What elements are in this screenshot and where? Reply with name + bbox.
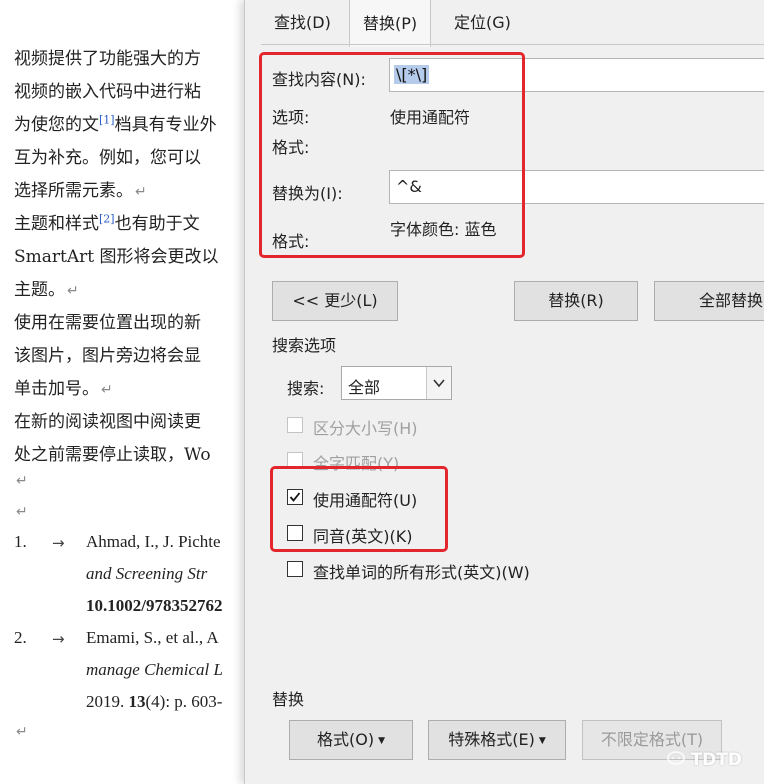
options-value: 使用通配符 (390, 108, 471, 127)
special-button[interactable]: 特殊格式(E) ▼ (428, 720, 566, 760)
reference-text: 10.1002/978352762 (86, 596, 223, 615)
reference-text: Ahmad, I., J. Pichte (86, 532, 221, 551)
find-what-input[interactable]: \[*\] (389, 58, 764, 92)
match-case-checkbox[interactable] (287, 417, 303, 433)
search-direction-value: 全部 (348, 378, 381, 397)
doc-line-text: 使用在需要位置出现的新 (14, 313, 201, 333)
search-direction-label: 搜索: (287, 379, 325, 398)
watermark: TDTD (666, 750, 742, 770)
footnote-ref[interactable]: [1] (99, 113, 115, 126)
doc-line: 为使您的文[1]档具有专业外 (14, 110, 217, 135)
paragraph-mark: ↵ (135, 184, 147, 200)
doc-line: 单击加号。 ↵ (14, 374, 113, 399)
chat-bubble-icon (666, 751, 685, 765)
doc-line: 处之前需要停止读取，Wo (14, 440, 211, 465)
whole-word-checkbox[interactable] (287, 452, 303, 468)
sounds-like-checkbox[interactable] (287, 525, 303, 541)
paragraph-mark: ↵ (67, 283, 79, 299)
tab-arrow: → (52, 534, 65, 552)
doc-line-text: 处之前需要停止读取，Wo (14, 445, 211, 465)
doc-line: 视频的嵌入代码中进行粘 (14, 77, 201, 102)
find-what-label: 查找内容(N): (272, 70, 366, 89)
replace-with-input[interactable]: ^& (389, 170, 764, 204)
tab-find[interactable]: 查找(D) (261, 0, 344, 44)
reference-text: 13 (128, 692, 146, 711)
replace-button[interactable]: 替换(R) (514, 281, 638, 321)
reference-text: (4): p. 603- (145, 692, 223, 711)
doc-line: 在新的阅读视图中阅读更 (14, 407, 201, 432)
dropdown-button[interactable] (426, 367, 451, 399)
search-direction-select[interactable]: 全部 (341, 366, 452, 400)
paragraph-mark: ↵ (16, 504, 28, 520)
footnote-ref[interactable]: [2] (99, 212, 115, 225)
doc-line: 视频提供了功能强大的方 (14, 44, 201, 69)
reference-text: Emami, S., et al., A (86, 628, 219, 647)
replace-format-value: 字体颜色: 蓝色 (390, 220, 497, 239)
options-label: 选项: (272, 108, 310, 127)
doc-line: 主题。 ↵ (14, 275, 79, 300)
special-button-label: 特殊格式(E) (448, 730, 535, 749)
less-button[interactable]: << 更少(L) (272, 281, 398, 321)
checkmark-icon (289, 492, 301, 502)
find-what-value: \[*\] (394, 65, 430, 84)
doc-line-text: 档具有专业外 (114, 115, 217, 135)
sounds-like-label: 同音(英文)(K) (313, 527, 413, 546)
doc-line: 使用在需要位置出现的新 (14, 308, 201, 333)
caret-down-icon: ▼ (378, 736, 385, 746)
reference-text: manage Chemical L (86, 660, 223, 679)
paragraph-mark: ↵ (16, 724, 28, 740)
match-case-label: 区分大小写(H) (313, 419, 418, 438)
doc-line-text: 视频的嵌入代码中进行粘 (14, 82, 201, 102)
replace-section-title: 替换 (272, 690, 305, 709)
paragraph-mark: ↵ (16, 473, 28, 489)
use-wildcards-checkbox[interactable] (287, 489, 303, 505)
search-options-title: 搜索选项 (272, 336, 337, 355)
tab-divider (261, 44, 764, 45)
reference-number: 2. (14, 628, 27, 647)
doc-line: 该图片，图片旁边将会显 (14, 341, 201, 366)
find-format-label: 格式: (272, 138, 310, 157)
doc-line-text: SmartArt 图形将会更改以 (14, 247, 219, 267)
chevron-down-icon (433, 379, 445, 388)
doc-line: 主题和样式[2]也有助于文 (14, 209, 200, 234)
doc-line-text: 该图片，图片旁边将会显 (14, 346, 201, 366)
all-word-forms-checkbox[interactable] (287, 561, 303, 577)
replace-format-label: 格式: (272, 232, 310, 251)
doc-line-text: 单击加号。 (14, 379, 99, 399)
reference-text: 2019. (86, 692, 129, 711)
doc-line-text: 为使您的文 (14, 115, 99, 135)
format-button[interactable]: 格式(O) ▼ (289, 720, 413, 760)
caret-down-icon: ▼ (538, 736, 546, 746)
doc-line-text: 也有助于文 (114, 214, 200, 234)
document-page: 视频提供了功能强大的方 视频的嵌入代码中进行粘 为使您的文[1]档具有专业外 互… (0, 0, 260, 784)
reference-number: 1. (14, 532, 27, 551)
doc-line: SmartArt 图形将会更改以 (14, 242, 219, 267)
doc-line-text: 视频提供了功能强大的方 (14, 49, 201, 69)
whole-word-label: 全字匹配(Y) (313, 454, 400, 473)
all-word-forms-label: 查找单词的所有形式(英文)(W) (313, 563, 530, 582)
find-replace-dialog: 查找(D) 替换(P) 定位(G) 查找内容(N): \[*\] 选项: 使用通… (244, 0, 764, 784)
replace-with-value: ^& (396, 177, 422, 196)
paragraph-mark: ↵ (101, 382, 113, 398)
tab-goto[interactable]: 定位(G) (441, 0, 524, 44)
tab-replace[interactable]: 替换(P) (349, 0, 432, 47)
doc-line: 选择所需元素。 ↵ (14, 176, 147, 201)
watermark-text: TDTD (690, 750, 742, 770)
doc-line-text: 在新的阅读视图中阅读更 (14, 412, 201, 432)
reference-text: and Screening Str (86, 564, 208, 583)
doc-line: 互为补充。例如，您可以 (14, 143, 201, 168)
tab-arrow: → (52, 630, 65, 648)
doc-line-text: 主题和样式 (14, 214, 99, 234)
use-wildcards-label: 使用通配符(U) (313, 491, 418, 510)
doc-line-text: 互为补充。例如，您可以 (14, 148, 201, 168)
doc-line-text: 选择所需元素。 (14, 181, 133, 201)
replace-with-label: 替换为(I): (272, 184, 343, 203)
replace-all-button[interactable]: 全部替换 (654, 281, 764, 321)
doc-line-text: 主题。 (14, 280, 65, 300)
format-button-label: 格式(O) (316, 730, 375, 749)
